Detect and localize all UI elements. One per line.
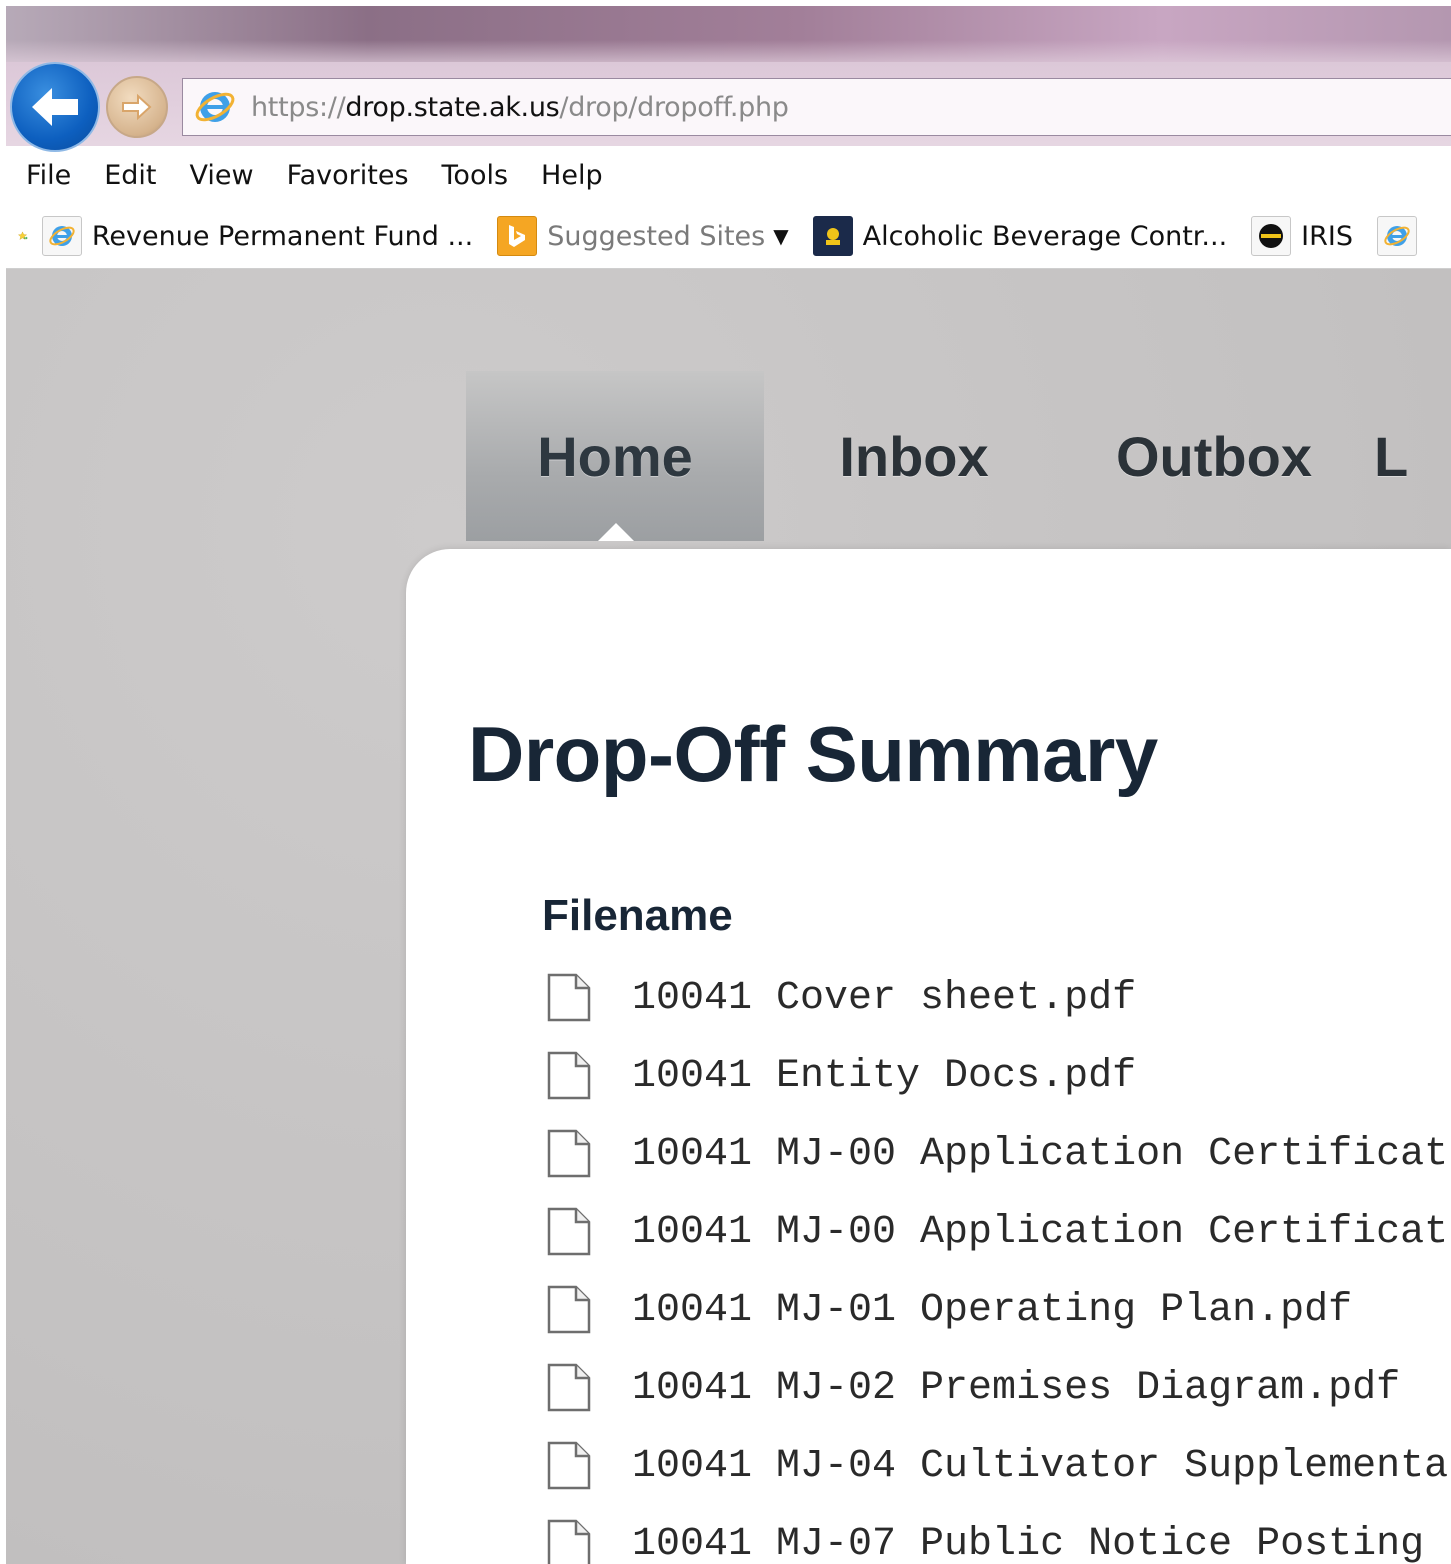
document-icon [547, 1051, 591, 1100]
tab-partial[interactable]: L [1364, 371, 1451, 541]
menu-tools[interactable]: Tools [442, 160, 509, 191]
forward-arrow-icon [122, 93, 152, 121]
back-button[interactable] [10, 62, 100, 152]
menu-bar: File Edit View Favorites Tools Help [6, 146, 1451, 204]
favorite-ie-page[interactable] [1377, 216, 1427, 256]
file-row[interactable]: 10041 Cover sheet.pdf [546, 959, 1451, 1037]
ie-page-icon [41, 216, 82, 256]
file-name[interactable]: 10041 MJ-00 Application Certificat [632, 1210, 1448, 1255]
iris-logo-icon [1251, 216, 1292, 256]
file-name[interactable]: 10041 MJ-01 Operating Plan.pdf [632, 1288, 1352, 1333]
url-domain: drop.state.ak.us [345, 91, 560, 123]
file-name[interactable]: 10041 MJ-04 Cultivator Supplementa [632, 1444, 1448, 1489]
menu-file[interactable]: File [26, 160, 71, 191]
file-name[interactable]: 10041 Entity Docs.pdf [632, 1054, 1136, 1099]
file-name[interactable]: 10041 Cover sheet.pdf [632, 976, 1136, 1021]
favorites-bar: Revenue Permanent Fund ... Suggested Sit… [6, 204, 1451, 269]
back-arrow-icon [32, 88, 78, 126]
address-bar[interactable]: https://drop.state.ak.us/drop/dropoff.ph… [182, 78, 1451, 136]
url-path: /drop/dropoff.php [559, 91, 789, 123]
favorite-alcoholic-beverage[interactable]: Alcoholic Beverage Contr... [812, 216, 1228, 256]
chevron-down-icon: ▼ [773, 224, 789, 248]
browser-window: https://drop.state.ak.us/drop/dropoff.ph… [6, 6, 1451, 1564]
url-scheme: https:// [251, 91, 346, 123]
file-row[interactable]: 10041 Entity Docs.pdf [546, 1037, 1451, 1115]
page-content: Home Inbox Outbox L Drop-Off Summary Fil… [6, 269, 1451, 1564]
bing-icon [497, 216, 538, 256]
menu-view[interactable]: View [189, 160, 253, 191]
main-nav-tabs: Home Inbox Outbox L [466, 371, 1451, 541]
favorite-revenue-fund[interactable]: Revenue Permanent Fund ... [41, 216, 474, 256]
file-row[interactable]: 10041 MJ-00 Application Certificat [546, 1115, 1451, 1193]
favorite-label: Suggested Sites [547, 220, 766, 252]
favorite-iris[interactable]: IRIS [1251, 216, 1353, 256]
tab-outbox[interactable]: Outbox [1064, 371, 1364, 541]
menu-favorites[interactable]: Favorites [287, 160, 409, 191]
file-name[interactable]: 10041 MJ-00 Application Certificat [632, 1132, 1448, 1177]
document-icon [547, 1363, 591, 1412]
file-row[interactable]: 10041 MJ-00 Application Certificat [546, 1193, 1451, 1271]
document-icon [547, 1129, 591, 1178]
favorites-star-icon[interactable] [18, 213, 28, 259]
agency-logo-icon [812, 216, 853, 256]
menu-help[interactable]: Help [541, 160, 603, 191]
document-icon [547, 1207, 591, 1256]
document-icon [547, 973, 591, 1022]
file-row[interactable]: 10041 MJ-01 Operating Plan.pdf [546, 1271, 1451, 1349]
document-icon [547, 1519, 591, 1564]
file-name[interactable]: 10041 MJ-07 Public Notice Posting [632, 1522, 1424, 1564]
favorite-label: IRIS [1301, 220, 1353, 252]
file-list: 10041 Cover sheet.pdf 10041 Entity Docs.… [546, 959, 1451, 1564]
file-row[interactable]: 10041 MJ-07 Public Notice Posting [546, 1505, 1451, 1564]
favorite-label: Alcoholic Beverage Contr... [862, 220, 1228, 252]
file-row[interactable]: 10041 MJ-04 Cultivator Supplementa [546, 1427, 1451, 1505]
navigation-row: https://drop.state.ak.us/drop/dropoff.ph… [6, 62, 1451, 152]
favorite-label: Revenue Permanent Fund ... [91, 220, 474, 252]
file-row[interactable]: 10041 MJ-02 Premises Diagram.pdf [546, 1349, 1451, 1427]
document-icon [547, 1285, 591, 1334]
filename-column-header: Filename [542, 891, 733, 940]
tab-home[interactable]: Home [466, 371, 764, 541]
tab-inbox[interactable]: Inbox [764, 371, 1064, 541]
ie-logo-icon [195, 92, 235, 122]
forward-button[interactable] [106, 76, 168, 138]
menu-edit[interactable]: Edit [104, 160, 156, 191]
page-title: Drop-Off Summary [468, 710, 1158, 798]
summary-panel: Drop-Off Summary Filename 10041 Cover sh… [406, 549, 1451, 1564]
file-name[interactable]: 10041 MJ-02 Premises Diagram.pdf [632, 1366, 1400, 1411]
title-bar [6, 6, 1451, 70]
document-icon [547, 1441, 591, 1490]
address-url: https://drop.state.ak.us/drop/dropoff.ph… [251, 92, 789, 123]
favorite-suggested-sites[interactable]: Suggested Sites ▼ [497, 216, 789, 256]
ie-page-icon [1377, 216, 1417, 256]
